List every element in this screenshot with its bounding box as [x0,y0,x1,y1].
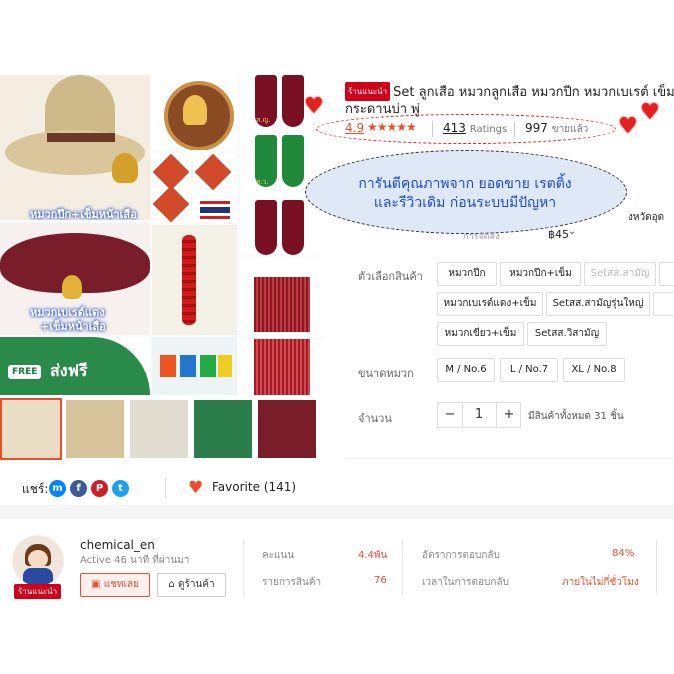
chat-icon: ▣ [91,579,101,590]
option-button-partial[interactable] [659,262,674,286]
option-button[interactable]: หมวกปีก+เข็ม [500,262,581,286]
stat-label-score: คะแนน [262,550,295,561]
quantity-stepper: − 1 + [437,402,521,428]
thumbnail[interactable] [194,400,252,458]
plus-button[interactable]: + [496,403,521,427]
annotation-line-1: การันตีคุณภาพจาก ยอดขาย เรตติ้ง [358,176,572,192]
option-button[interactable]: Setสส.สามัญ [584,262,656,286]
chat-button[interactable]: ▣ แชทเลย [80,573,150,597]
option-button[interactable]: หมวกเบเรต์แดง+เข็ม [437,292,543,316]
product-image-whistles[interactable] [152,337,237,395]
product-image-red-tassel[interactable] [240,339,322,395]
product-title: ร้านแนะนำ Set ลูกเสือ หมวกลูกเสือ หมวกปีก… [345,82,674,118]
product-title-text: Set ลูกเสือ หมวกลูกเสือ หมวกปีก หมวกเบเร… [345,85,674,117]
divider [345,458,674,459]
divider [165,478,166,498]
option-button-partial[interactable] [653,292,674,316]
epaulette-label-green: ส.ว. [256,178,269,186]
size-option[interactable]: XL / No.8 [563,358,625,382]
option-button[interactable]: Setสส.วิสามัญ [527,322,607,346]
thai-flag-icon [200,201,230,219]
heart-icon: ♥ [304,94,324,119]
variation-label: ตัวเลือกสินค้า [358,270,423,283]
stat-value-response-rate: 84% [612,548,635,559]
twitter-icon[interactable]: t [112,480,129,497]
heart-icon[interactable]: ♥ [188,478,203,498]
minus-button[interactable]: − [438,403,463,427]
thumbnail[interactable] [66,400,124,458]
store-icon: ⌂ [168,579,175,590]
sold-label: ขายแล้ว [551,124,589,135]
annotation-text: การันตีคุณภาพจาก ยอดขาย เรตติ้ง และรีวิว… [310,175,620,213]
sold-count: 997 ขายแล้ว [525,121,588,137]
avatar[interactable] [12,535,64,587]
recommended-shop-badge: ร้านแนะนำ [14,584,62,599]
thumbnail[interactable] [0,398,62,460]
stat-value-score: 4.4พัน [358,550,388,561]
facebook-icon[interactable]: f [70,480,87,497]
product-image-badge[interactable] [152,75,237,150]
shop-active-status: Active 46 นาที ที่ผ่านมา [80,555,190,566]
product-image-patches[interactable] [152,153,237,223]
shipping-label: การจัดส่ง [463,232,500,242]
quantity-label: จำนวน [358,412,392,425]
quantity-input[interactable]: 1 [463,403,495,427]
badge-icon [62,275,82,299]
product-image-lanyard[interactable] [152,225,237,335]
option-button[interactable]: หมวกปีก [437,262,497,286]
product-image-hat[interactable]: หมวกปีก+เข็มหน้าเสือ [0,75,150,220]
epaulette-label: ส.ญ. [256,116,271,124]
view-shop-button[interactable]: ⌂ ดูร้านค้า [157,573,226,597]
chevron-down-icon[interactable]: ⌄ [568,226,576,237]
rating-value[interactable]: 4.9 [345,121,364,135]
stat-label-response-time: เวลาในการตอบกลับ [422,577,509,588]
stat-label-products: รายการสินค้า [262,577,322,588]
size-option[interactable]: L / No.7 [500,358,558,382]
product-image-beret[interactable]: หมวกเบเรต์แดง +เข็มหน้าเสือ [0,223,150,335]
chat-label: แชทเลย [103,579,139,590]
messenger-icon[interactable]: m [49,480,66,497]
free-shipping-text: ส่งฟรี [50,361,88,380]
stock-text: มีสินค้าทั้งหมด 31 ชิ้น [528,411,624,422]
star-icons: ★★★★★ [367,120,417,134]
shipping-destination: งหวัดอุด [628,212,665,223]
heart-icon: ♥ [618,114,638,139]
thumbnail[interactable] [258,400,316,458]
section-divider [0,505,674,519]
shop-name[interactable]: chemical_en [80,538,155,552]
stat-label-response-rate: อัตราการตอบกลับ [422,550,500,561]
annotation-line-2: และรีวิวเดิม ก่อนระบบมีปัญหา [373,195,557,211]
divider [432,121,433,137]
pinterest-icon[interactable]: P [91,480,108,497]
stat-value-products[interactable]: 76 [374,575,387,586]
divider [402,540,403,595]
view-shop-label: ดูร้านค้า [177,579,215,590]
product-gallery[interactable]: หมวกปีก+เข็มหน้าเสือ ส.ญ. ส.ว. หมวกเบเรต… [0,75,322,395]
ratings-count[interactable]: 413 Ratings [443,121,507,135]
favorite-count[interactable]: Favorite (141) [212,480,296,494]
divider [514,121,515,137]
option-button[interactable]: Setสส.สามัญรุ่นใหญ่ [546,292,650,316]
sticker-text: หมวกปีก+เข็มหน้าเสือ [30,208,137,220]
shipping-fee[interactable]: ฿45 [548,228,569,241]
recommended-shop-tag: ร้านแนะนำ [345,82,391,101]
divider [243,540,244,595]
product-image-free-shipping[interactable]: FREE ส่งฟรี [0,337,150,395]
free-tag: FREE [8,365,42,379]
sticker-text: +เข็มหน้าเสือ [40,320,106,333]
thumbnail[interactable] [130,400,188,458]
badge-icon [112,153,138,183]
ratings-number: 413 [443,121,466,135]
heart-icon: ♥ [640,100,660,125]
ratings-label: Ratings [469,124,508,135]
size-option[interactable]: M / No.6 [437,358,495,382]
divider [656,540,657,595]
product-image-tassel[interactable] [240,257,322,337]
option-button[interactable]: หมวกเขียว+เข็ม [437,322,524,346]
sold-number: 997 [525,121,548,135]
size-label: ขนาดหมวก [358,367,414,380]
stat-value-response-time: ภายในไม่กี่ชั่วโมง [562,577,639,588]
thumbnail-strip [0,398,322,460]
share-label: แชร์: [22,482,49,496]
